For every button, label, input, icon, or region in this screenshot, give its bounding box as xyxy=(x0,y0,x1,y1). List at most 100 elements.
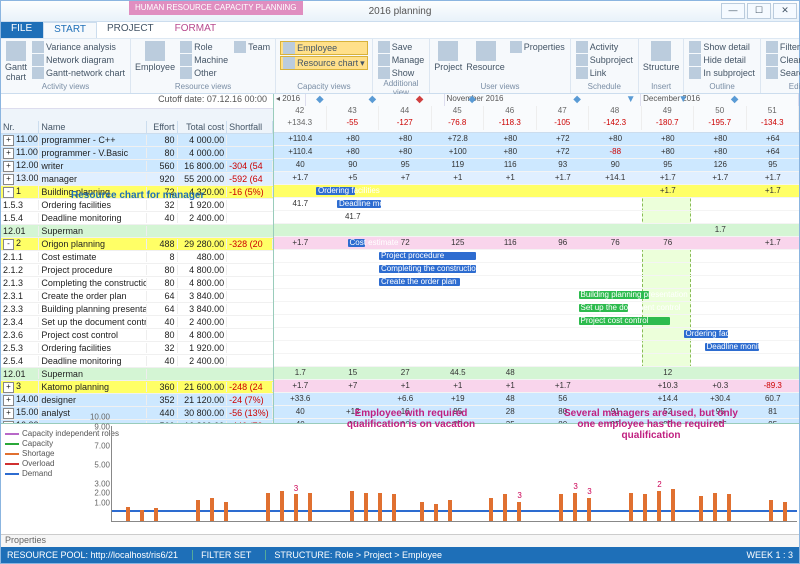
gantt-bar[interactable]: Create the order plan xyxy=(379,278,460,286)
table-row[interactable]: +12.001writer56016 800.00-304 (54 xyxy=(1,160,273,173)
gantt-area[interactable]: +110.4+80+80+72.8+80+72+80+80+80+64+110.… xyxy=(274,133,799,423)
show-detail-button[interactable]: Show detail xyxy=(688,41,756,53)
variance-icon xyxy=(32,41,44,53)
search-button[interactable]: Search xyxy=(765,67,800,79)
col-total[interactable]: Total cost xyxy=(178,121,228,133)
grid-body[interactable]: +11.001programmer - C++804 000.00+11.003… xyxy=(1,134,273,423)
in-subproject-button[interactable]: In subproject xyxy=(688,67,756,79)
filter-icon xyxy=(766,41,778,53)
timeline-header: ◆◆◆◆◆▼▼◆ ◂ 2016November 2016December 201… xyxy=(274,94,799,133)
expand-icon[interactable]: + xyxy=(3,148,14,159)
table-row[interactable]: -1Building planning724 320.00-16 (5%) xyxy=(1,186,273,199)
table-row[interactable]: 2.5.3Ordering facilities321 920.00 xyxy=(1,342,273,355)
gantt-network-icon xyxy=(32,67,44,79)
tab-format[interactable]: FORMAT xyxy=(165,22,227,38)
minimize-button[interactable]: — xyxy=(721,3,745,19)
table-row[interactable]: 2.3.4Set up the document control402 400.… xyxy=(1,316,273,329)
table-row[interactable]: 12.01Superman xyxy=(1,368,273,381)
maximize-button[interactable]: ☐ xyxy=(747,3,771,19)
title-bar: HUMAN RESOURCE CAPACITY PLANNING 2016 pl… xyxy=(1,1,799,22)
table-row[interactable]: 1.5.3Ordering facilities321 920.00 xyxy=(1,199,273,212)
properties-button[interactable]: Properties xyxy=(509,41,566,53)
expand-icon[interactable]: - xyxy=(3,187,14,198)
resource-chart-button[interactable]: Resource chart▾ xyxy=(280,56,368,70)
clear-filters-button[interactable]: Clear filters xyxy=(765,54,800,66)
gantt-chart-icon xyxy=(6,41,26,61)
table-row[interactable]: 2.5.4Deadline monitoring402 400.00 xyxy=(1,355,273,368)
chevron-down-icon: ▾ xyxy=(360,58,365,69)
grid-panel: Cutoff date: 07.12.16 00:00 Nr. Name Eff… xyxy=(1,94,274,423)
table-row[interactable]: +11.003programmer - V.Basic804 000.00 xyxy=(1,147,273,160)
hide-detail-button[interactable]: Hide detail xyxy=(688,54,756,66)
table-row[interactable]: 2.3.1Create the order plan643 840.00 xyxy=(1,290,273,303)
gantt-bar[interactable]: Building planning presentation xyxy=(579,291,649,299)
table-row[interactable]: 2.3.6Project cost control804 800.00 xyxy=(1,329,273,342)
table-row[interactable]: +11.001programmer - C++804 000.00 xyxy=(1,134,273,147)
gantt-bar[interactable]: Set up the document control xyxy=(579,304,628,312)
table-row[interactable]: 2.1.1Cost estimate8480.00 xyxy=(1,251,273,264)
cutoff-date-label: Cutoff date: 07.12.16 00:00 xyxy=(1,94,273,109)
table-row[interactable]: 1.5.4Deadline monitoring402 400.00 xyxy=(1,212,273,225)
timeline-panel[interactable]: ◆◆◆◆◆▼▼◆ ◂ 2016November 2016December 201… xyxy=(274,94,799,423)
timeline-marker: ◆ xyxy=(731,94,739,105)
timeline-marker: ▼ xyxy=(678,94,688,105)
col-shortfall[interactable]: Shortfall xyxy=(227,121,273,133)
gantt-bar[interactable]: Ordering facilities xyxy=(684,330,728,338)
table-row[interactable]: +14.001designer35221 120.00-24 (7%) xyxy=(1,394,273,407)
expand-icon[interactable]: + xyxy=(3,161,14,172)
expand-icon[interactable]: + xyxy=(3,174,14,185)
col-effort[interactable]: Effort xyxy=(147,121,178,133)
manage-icon xyxy=(378,54,390,66)
employee-view-button[interactable]: Employee xyxy=(135,62,175,72)
expand-icon[interactable]: + xyxy=(3,382,14,393)
role-view-button[interactable]: Role xyxy=(179,41,229,53)
table-row[interactable]: 2.1.2Project procedure804 800.00 xyxy=(1,264,273,277)
machine-view-button[interactable]: Machine xyxy=(179,54,229,66)
col-nr[interactable]: Nr. xyxy=(1,121,39,133)
expand-icon[interactable]: + xyxy=(3,395,14,406)
structure-button[interactable]: Structure xyxy=(643,62,680,72)
variance-analysis-button[interactable]: Variance analysis xyxy=(31,41,126,53)
gantt-bar[interactable]: Deadline monitoring xyxy=(705,343,760,351)
resource-icon xyxy=(476,41,496,61)
link-button[interactable]: Link xyxy=(575,67,634,79)
gantt-bar[interactable]: Project cost control xyxy=(579,317,670,325)
tab-start[interactable]: START xyxy=(43,22,97,38)
team-view-button[interactable]: Team xyxy=(233,41,271,53)
col-name[interactable]: Name xyxy=(39,121,146,133)
gantt-bar[interactable]: Project procedure xyxy=(379,252,476,260)
tab-project[interactable]: PROJECT xyxy=(97,22,165,38)
expand-icon[interactable]: + xyxy=(3,135,14,146)
table-row[interactable]: 2.3.3Building planning presentation643 8… xyxy=(1,303,273,316)
expand-icon[interactable]: - xyxy=(3,239,14,250)
save-view-button[interactable]: Save xyxy=(377,41,426,53)
gantt-bar[interactable]: Cost estimate xyxy=(348,239,366,247)
table-row[interactable]: +3Katomo planning36021 600.00-248 (24 xyxy=(1,381,273,394)
close-button[interactable]: ✕ xyxy=(773,3,797,19)
gantt-bar[interactable]: Ordering facilities xyxy=(316,187,355,195)
gantt-network-button[interactable]: Gantt-network chart xyxy=(31,67,126,79)
gantt-bar[interactable]: Completing the construction schedule xyxy=(379,265,476,273)
status-pool: RESOURCE POOL: http://localhost/ris6/21 xyxy=(7,550,178,560)
table-row[interactable]: +13.001manager92055 200.00-592 (64 xyxy=(1,173,273,186)
gantt-bar[interactable]: Deadline monitoring xyxy=(337,200,381,208)
subproject-button[interactable]: Subproject xyxy=(575,54,634,66)
tab-file[interactable]: FILE xyxy=(1,22,43,38)
table-row[interactable]: 12.01Superman xyxy=(1,225,273,238)
expand-icon[interactable]: + xyxy=(3,408,14,419)
network-diagram-button[interactable]: Network diagram xyxy=(31,54,126,66)
table-row[interactable]: +15.001analyst44030 800.00-56 (13%) xyxy=(1,407,273,420)
table-row[interactable]: 2.1.3Completing the construction sc804 8… xyxy=(1,277,273,290)
manage-view-button[interactable]: Manage xyxy=(377,54,426,66)
capacity-employee-button[interactable]: Employee xyxy=(280,41,368,55)
filter-button[interactable]: Filter xyxy=(765,41,800,53)
table-row[interactable]: -2Origon planning48829 280.00-328 (20 xyxy=(1,238,273,251)
other-icon xyxy=(180,67,192,79)
gantt-chart-button[interactable]: Gantt chart xyxy=(5,62,27,82)
other-view-button[interactable]: Other xyxy=(179,67,229,79)
properties-panel-header[interactable]: Properties xyxy=(1,534,799,547)
activity-button[interactable]: Activity xyxy=(575,41,634,53)
show-view-button[interactable]: Show xyxy=(377,67,426,79)
resource-view-button[interactable]: Resource xyxy=(466,62,505,72)
project-view-button[interactable]: Project xyxy=(434,62,462,72)
